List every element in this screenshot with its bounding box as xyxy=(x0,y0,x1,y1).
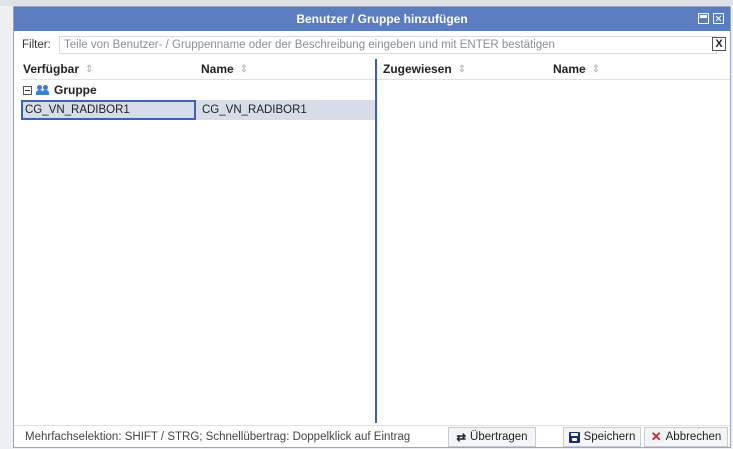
transfer-label: Übertragen xyxy=(470,431,528,443)
column-header-zugewiesen[interactable]: Zugewiesen ⇕ xyxy=(377,62,551,76)
filter-label: Filter: xyxy=(22,39,51,51)
column-header-label: Name xyxy=(553,62,586,76)
column-header-label: Name xyxy=(201,62,234,76)
dialog-title: Benutzer / Gruppe hinzufügen xyxy=(296,12,468,26)
filter-input[interactable] xyxy=(59,36,717,54)
column-header-label: Zugewiesen xyxy=(383,62,452,76)
cell-verfuegbar[interactable]: CG_VN_RADIBOR1 xyxy=(21,100,196,120)
filter-bar: Filter: X xyxy=(14,35,730,55)
column-header-verfuegbar[interactable]: Verfügbar ⇕ xyxy=(21,62,199,76)
filter-clear-button[interactable]: X xyxy=(712,37,726,51)
window-controls xyxy=(698,13,724,24)
column-header-label: Verfügbar xyxy=(23,62,80,76)
sort-icon[interactable]: ⇕ xyxy=(85,64,93,75)
sort-icon[interactable]: ⇕ xyxy=(592,64,600,75)
table-row[interactable]: CG_VN_RADIBOR1 CG_VN_RADIBOR1 xyxy=(21,100,375,120)
close-icon[interactable] xyxy=(713,13,724,24)
users-icon xyxy=(36,85,50,95)
cell-name[interactable]: CG_VN_RADIBOR1 xyxy=(196,100,375,120)
column-header-name[interactable]: Name ⇕ xyxy=(199,62,375,76)
collapse-icon[interactable] xyxy=(23,85,32,95)
swap-arrows-icon: ⇄ xyxy=(456,432,467,444)
dialog-footer: Mehrfachselektion: SHIFT / STRG; Schnell… xyxy=(14,425,730,448)
sort-icon[interactable]: ⇕ xyxy=(240,64,248,75)
group-label: Gruppe xyxy=(54,83,97,97)
cancel-button[interactable]: ✕ Abbrechen xyxy=(644,427,728,447)
save-button[interactable]: Speichern xyxy=(563,427,641,447)
assigned-column-header: Zugewiesen ⇕ Name ⇕ xyxy=(377,59,730,80)
assigned-pane: Zugewiesen ⇕ Name ⇕ xyxy=(377,59,730,423)
save-label: Speichern xyxy=(583,431,636,443)
transfer-button[interactable]: ⇄ Übertragen xyxy=(448,427,536,447)
close-x-icon: ✕ xyxy=(650,429,662,444)
add-user-group-dialog: Benutzer / Gruppe hinzufügen Filter: X V… xyxy=(13,6,731,448)
available-column-header: Verfügbar ⇕ Name ⇕ xyxy=(21,59,375,80)
dialog-titlebar[interactable]: Benutzer / Gruppe hinzufügen xyxy=(14,7,730,31)
floppy-disk-icon xyxy=(568,431,580,443)
group-row[interactable]: Gruppe xyxy=(21,80,375,100)
cancel-label: Abbrechen xyxy=(665,431,722,443)
maximize-icon[interactable] xyxy=(698,13,709,24)
column-header-name[interactable]: Name ⇕ xyxy=(551,62,730,76)
sort-icon[interactable]: ⇕ xyxy=(458,64,466,75)
footer-hint: Mehrfachselektion: SHIFT / STRG; Schnell… xyxy=(25,431,411,443)
available-pane: Verfügbar ⇕ Name ⇕ Gruppe CG_VN_RADIBOR1… xyxy=(21,59,377,423)
